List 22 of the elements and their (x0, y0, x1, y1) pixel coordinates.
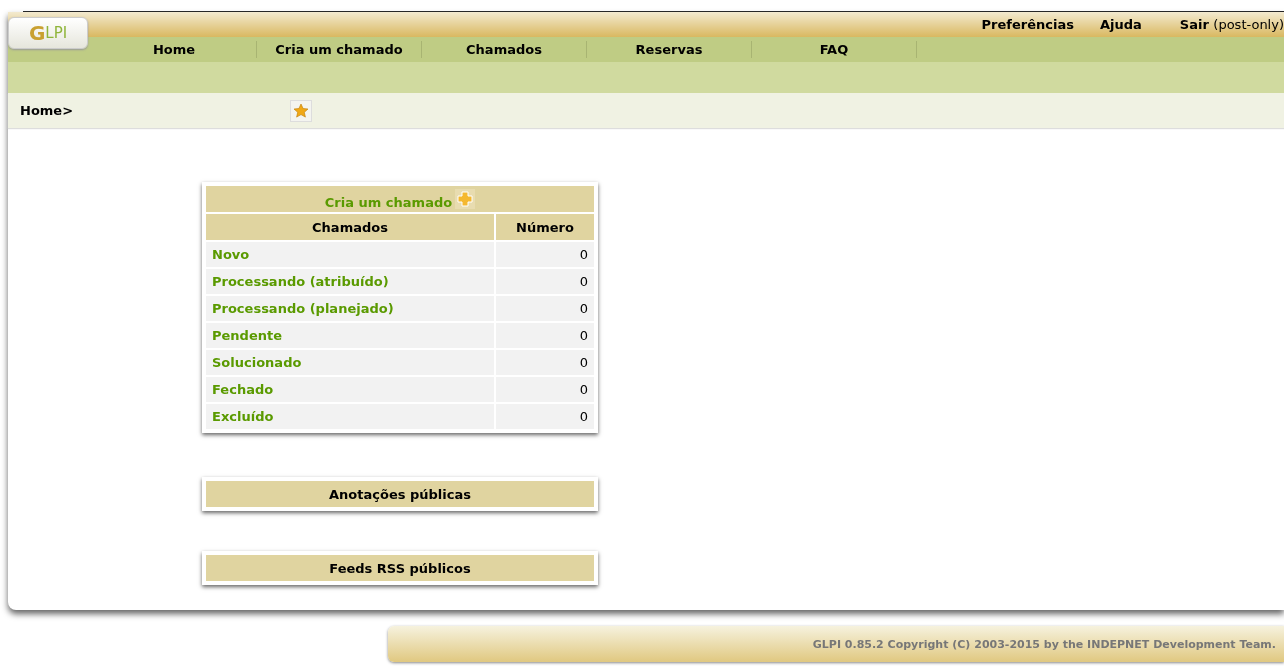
panel-header: Feeds RSS públicos (206, 555, 594, 581)
top-link[interactable]: Sair (post-only) (1179, 17, 1284, 32)
nav-tab[interactable]: FAQ (752, 41, 917, 58)
footer-text: GLPI 0.85.2 Copyright (C) 2003-2015 by the INDEPNET Development Team. (388, 626, 1284, 662)
nav-tab[interactable]: Reservas (587, 41, 752, 58)
plus-icon[interactable] (455, 188, 476, 209)
top-link[interactable]: Preferências (981, 17, 1074, 32)
column-header: Chamados (206, 214, 494, 240)
column-header: Número (496, 214, 594, 240)
table-cell: 0 (496, 296, 594, 321)
panel-header: Anotações públicas (206, 481, 594, 507)
table-cell: 0 (496, 269, 594, 294)
top-link[interactable]: Ajuda (1099, 17, 1142, 32)
nav-tab[interactable]: Chamados (422, 41, 587, 58)
table-cell: 0 (496, 242, 594, 267)
table-cell: 0 (496, 404, 594, 429)
table-cell: 0 (496, 377, 594, 402)
table-cell: 0 (496, 323, 594, 348)
breadcrumb[interactable]: Home> (20, 103, 290, 118)
nav-tab[interactable]: Cria um chamado (257, 41, 422, 58)
nav-tab[interactable]: Home (92, 41, 257, 58)
table-cell: 0 (496, 350, 594, 375)
